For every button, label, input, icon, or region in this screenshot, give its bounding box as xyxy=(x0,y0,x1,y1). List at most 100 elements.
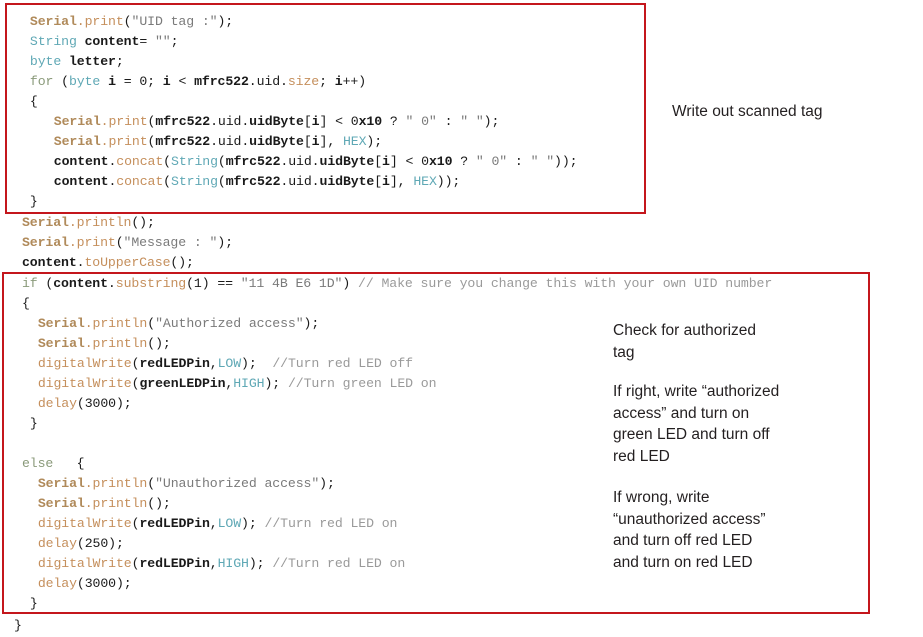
code-token-func: delay xyxy=(37,576,77,591)
code-token-comment: //Turn red LED on xyxy=(264,516,398,531)
code-token-kw: for xyxy=(29,74,54,89)
code-line: for (byte i = 0; i < mfrc522.uid.size; i… xyxy=(30,72,366,92)
code-token-plain: (); xyxy=(147,336,171,351)
code-token-obj: Serial xyxy=(53,134,101,149)
code-token-str: " " xyxy=(460,114,484,129)
code-token-bold: i xyxy=(382,154,390,169)
code-token-plain: .uid. xyxy=(210,114,250,129)
code-token-plain: ); xyxy=(319,476,335,491)
code-token-plain: } xyxy=(29,416,38,431)
code-token-func: toUpperCase xyxy=(84,255,171,270)
code-line: String content= ""; xyxy=(30,32,179,52)
code-token-plain: ) xyxy=(342,276,359,291)
code-token-str: " 0" xyxy=(405,114,437,129)
code-token-plain: )); xyxy=(436,174,461,189)
code-token-type: HIGH xyxy=(233,376,265,391)
code-token-type: LOW xyxy=(217,516,242,531)
code-token-plain: (); xyxy=(170,255,194,270)
code-token-plain: (1) == xyxy=(186,276,241,291)
code-token-plain: ] < 0 xyxy=(389,154,429,169)
code-token-plain: [ xyxy=(303,114,312,129)
code-token-bold: redLEDPin xyxy=(139,556,210,571)
code-token-plain: ( xyxy=(37,276,54,291)
code-token-str: "UID tag :" xyxy=(131,14,218,29)
code-line: if (content.substring(1) == "11 4B E6 1D… xyxy=(22,274,772,294)
code-token-bold: mfrc522 xyxy=(225,174,281,189)
code-token-method: .print xyxy=(68,235,116,250)
code-token-comment: // Make sure you change this with your o… xyxy=(358,276,773,291)
code-token-func: concat xyxy=(116,174,164,189)
code-line: Serial.print(mfrc522.uid.uidByte[i], HEX… xyxy=(54,132,382,152)
code-line: digitalWrite(greenLEDPin,HIGH); //Turn g… xyxy=(38,374,437,394)
code-token-plain: ( xyxy=(147,316,156,331)
code-token-plain: [ xyxy=(303,134,312,149)
code-token-plain: ], xyxy=(319,134,343,149)
code-token-method: .println xyxy=(84,316,148,331)
code-line: digitalWrite(redLEDPin,LOW); //Turn red … xyxy=(38,514,398,534)
code-token-plain: , xyxy=(209,356,218,371)
code-token-method: size xyxy=(287,74,320,89)
code-token-plain: (); xyxy=(131,215,155,230)
code-token-bold: redLEDPin xyxy=(139,356,210,371)
code-token-plain: ( xyxy=(163,154,171,169)
code-token-plain: , xyxy=(209,556,218,571)
code-token-plain: } xyxy=(29,194,38,209)
code-token-obj: Serial xyxy=(37,316,85,331)
code-token-plain: } xyxy=(14,618,22,633)
code-token-bold: i xyxy=(311,114,320,129)
code-token-plain: .uid. xyxy=(210,134,250,149)
code-token-obj: Serial xyxy=(37,336,85,351)
code-line: Serial.println("Authorized access"); xyxy=(38,314,319,334)
code-token-plain: . xyxy=(107,276,116,291)
code-token-method: .print xyxy=(100,114,148,129)
code-token-kw: if xyxy=(21,276,38,291)
code-token-bold: mfrc522 xyxy=(225,154,281,169)
code-token-plain: .uid. xyxy=(248,74,288,89)
code-token-obj: Serial xyxy=(21,215,69,230)
code-token-type: String xyxy=(171,174,218,189)
code-token-type: HEX xyxy=(413,174,437,189)
code-token-method: .print xyxy=(100,134,148,149)
code-token-str: "Authorized access" xyxy=(155,316,304,331)
annotation-note-write-scanned-tag: Write out scanned tag xyxy=(672,103,823,120)
code-token-bold: mfrc522 xyxy=(194,74,249,89)
code-token-obj: Serial xyxy=(53,114,101,129)
code-token-plain: ); xyxy=(483,114,500,129)
code-token-plain: ; xyxy=(170,34,179,49)
code-token-func: digitalWrite xyxy=(37,556,132,571)
code-token-str: " " xyxy=(530,154,555,169)
code-line: delay(250); xyxy=(38,534,124,554)
code-token-type: byte xyxy=(68,74,101,89)
slide-canvas: Serial.print("UID tag :"); String content… xyxy=(0,0,923,637)
code-token-plain: ); xyxy=(366,134,383,149)
code-token-plain: ); xyxy=(303,316,320,331)
code-token-bold: uidByte xyxy=(249,134,304,149)
code-token-obj: Serial xyxy=(37,476,85,491)
code-line: Serial.println(); xyxy=(38,334,171,354)
code-token-plain: (3000); xyxy=(76,396,132,411)
code-token-str: "11 4B E6 1D" xyxy=(240,276,343,291)
code-token-plain: ? xyxy=(382,114,406,129)
code-token-plain: ); xyxy=(217,235,233,250)
code-token-bold: greenLEDPin xyxy=(139,376,226,391)
code-token-plain: ; xyxy=(115,54,124,69)
code-line: } xyxy=(30,414,38,434)
code-token-plain: < xyxy=(170,74,195,89)
code-line: Serial.println(); xyxy=(38,494,171,514)
code-token-kw: else xyxy=(21,456,54,471)
code-token-plain: .uid. xyxy=(280,154,320,169)
code-token-comment: //Turn green LED on xyxy=(287,376,437,391)
code-token-plain: , xyxy=(209,516,218,531)
annotation-note-check-authorized-tag: Check for authorized tag xyxy=(613,322,757,361)
code-token-bold: uidByte xyxy=(319,174,375,189)
code-token-plain: ; xyxy=(319,74,335,89)
code-line: } xyxy=(30,594,38,614)
code-token-func: digitalWrite xyxy=(37,356,132,371)
code-line: Serial.println(); xyxy=(22,213,155,233)
annotation-note-if-wrong: If wrong, write “unauthorized access” an… xyxy=(613,489,766,571)
code-token-func: delay xyxy=(37,536,77,551)
code-token-plain: ); xyxy=(248,556,273,571)
code-token-plain: )); xyxy=(554,154,578,169)
